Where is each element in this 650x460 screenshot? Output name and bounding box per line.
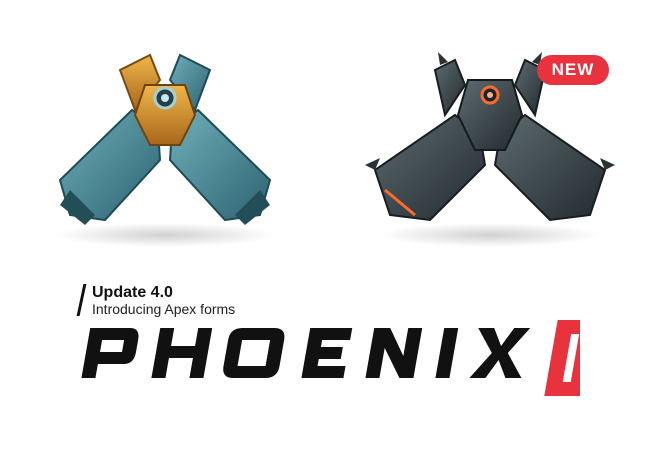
- ship-classic-icon: [55, 53, 275, 247]
- new-badge: NEW: [537, 55, 609, 85]
- slash-divider: [76, 284, 87, 316]
- phoenix-logo: [81, 320, 580, 396]
- update-subtitle: Introducing Apex forms: [92, 301, 236, 317]
- update-title: Update 4.0: [92, 284, 173, 301]
